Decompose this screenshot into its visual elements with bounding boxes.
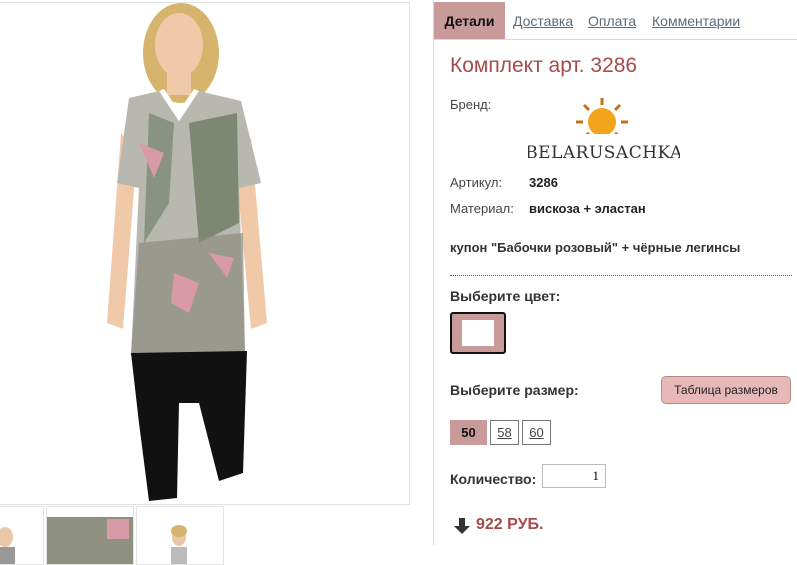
main-product-image[interactable] <box>0 2 410 505</box>
tab-payment[interactable]: Оплата <box>588 13 636 29</box>
sun-icon <box>576 98 628 140</box>
size-option-60[interactable]: 60 <box>522 420 551 445</box>
price-amount: 922 РУБ. <box>476 516 544 533</box>
model-photo <box>107 3 267 501</box>
dotted-divider <box>450 275 792 276</box>
tabs-underline <box>434 39 797 40</box>
quantity-label: Количество: <box>450 471 537 487</box>
size-label: Выберите размер: <box>450 382 579 398</box>
color-swatch[interactable] <box>450 312 506 354</box>
tab-details[interactable]: Детали <box>434 2 505 40</box>
thumbnail-strip <box>0 506 410 565</box>
article-value: 3286 <box>529 175 558 190</box>
color-swatch-inner <box>462 320 494 346</box>
size-table-button[interactable]: Таблица размеров <box>661 376 791 404</box>
article-label: Артикул: <box>450 175 503 190</box>
thumbnail-2[interactable] <box>46 506 134 565</box>
brand-logo[interactable]: BELARUSACHKA <box>525 96 683 163</box>
svg-text:BELARUSACHKA: BELARUSACHKA <box>528 143 680 162</box>
product-tabs: Детали Доставка Оплата Комментарии <box>434 2 797 40</box>
material-label: Материал: <box>450 201 514 216</box>
quantity-input[interactable] <box>542 464 606 488</box>
brand-label: Бренд: <box>450 97 492 112</box>
thumbnail-1[interactable] <box>0 506 44 565</box>
thumbnail-3[interactable] <box>136 506 224 565</box>
material-value: вискоза + эластан <box>529 201 646 216</box>
product-title: Комплект арт. 3286 <box>450 54 638 77</box>
column-divider <box>433 0 434 545</box>
color-label: Выберите цвет: <box>450 288 561 304</box>
tab-delivery[interactable]: Доставка <box>513 13 573 29</box>
product-description: купон "Бабочки розовый" + чёрные легинсы <box>450 240 741 255</box>
size-option-58[interactable]: 58 <box>490 420 519 445</box>
tab-comments[interactable]: Комментарии <box>652 13 740 29</box>
arrow-down-icon <box>454 518 470 534</box>
size-option-50[interactable]: 50 <box>450 420 487 445</box>
